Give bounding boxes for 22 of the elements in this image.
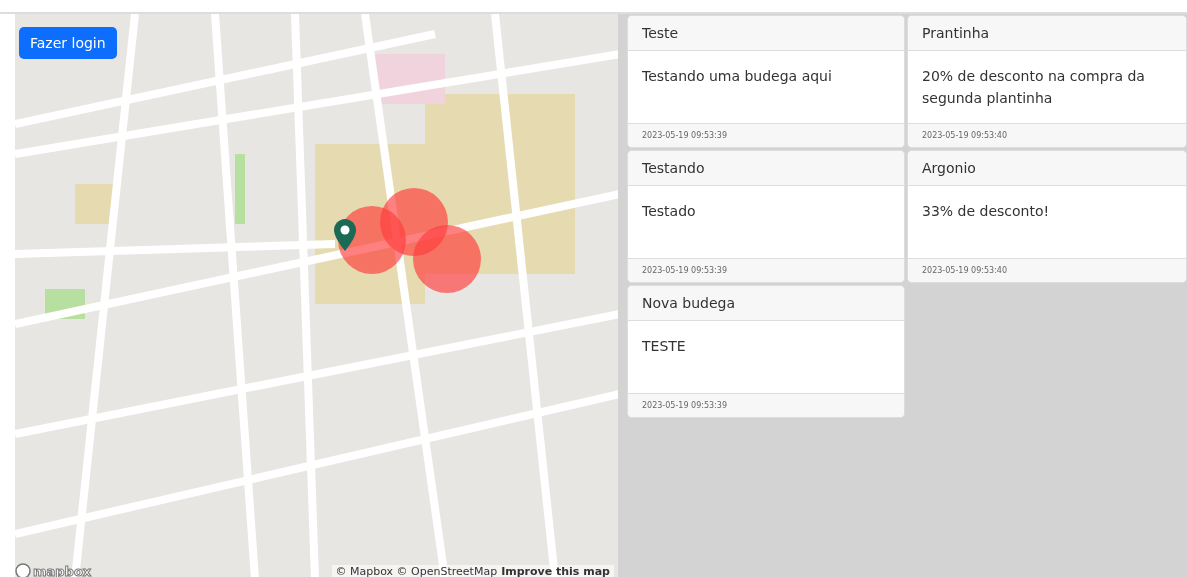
attribution-text: © Mapbox © OpenStreetMap [335,565,498,577]
card-title: Testando [628,151,904,186]
card-title: Argonio [908,151,1186,186]
logo-icon [15,563,31,577]
radius-circle [380,188,448,256]
card-title: Teste [628,16,904,51]
card-text: TESTE [641,337,687,356]
login-button[interactable]: Fazer login [19,27,117,59]
card-text: 20% de desconto na compra da segunda plantinha [921,67,1146,108]
card-date: 2023-05-19 09:53:39 [628,123,904,147]
card-text: Testando uma budega aqui [641,67,833,86]
card-title: Nova budega [628,286,904,321]
card-text: 33% de desconto! [921,202,1051,221]
card-date: 2023-05-19 09:53:39 [628,393,904,417]
card-text: Testado [641,202,697,221]
location-pin-icon[interactable] [334,219,356,251]
card-date: 2023-05-19 09:53:39 [628,258,904,282]
card-date: 2023-05-19 09:53:40 [908,258,1186,282]
improve-map-link[interactable]: Improve this map [501,565,610,577]
radius-circle [413,225,481,293]
card-date: 2023-05-19 09:53:40 [908,123,1186,147]
card-title: Prantinha [908,16,1186,51]
